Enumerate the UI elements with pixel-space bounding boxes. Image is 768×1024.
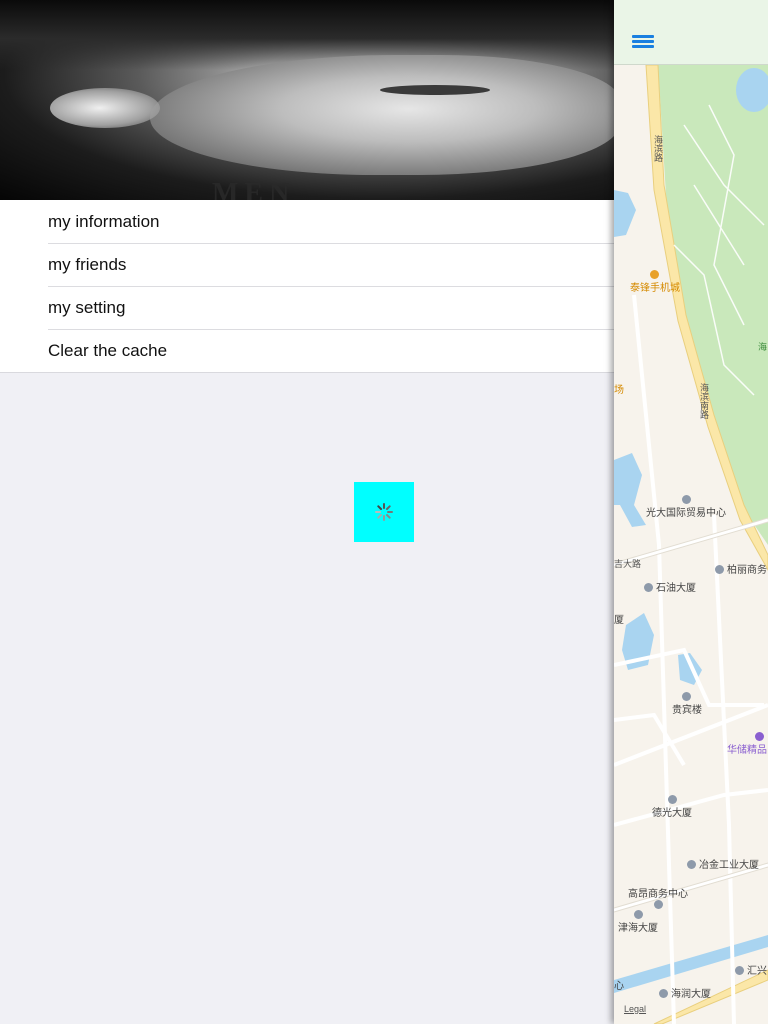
- map-legal-link[interactable]: Legal: [624, 1004, 646, 1014]
- main-map-panel: 海滨路 海滨南路 吉大路 海 泰锋手机城 场 光大国际贸易中心 柏丽商务 石油大…: [614, 0, 768, 1024]
- poi-huachu[interactable]: 华储精品: [727, 732, 767, 756]
- hamburger-menu-icon[interactable]: [632, 32, 654, 50]
- road-label-haibin-south: 海滨南路: [699, 383, 709, 419]
- poi-marker-icon: [715, 565, 724, 574]
- poi-marker-icon: [634, 910, 643, 919]
- poi-label: 德光大厦: [652, 808, 692, 819]
- map-base: [614, 64, 768, 1024]
- poi-label: 高昂商务中心: [628, 889, 688, 900]
- poi-huixing[interactable]: 汇兴: [735, 962, 767, 977]
- poi-taifeng[interactable]: 泰锋手机城: [630, 270, 680, 294]
- map-view[interactable]: 海滨路 海滨南路 吉大路 海 泰锋手机城 场 光大国际贸易中心 柏丽商务 石油大…: [614, 64, 768, 1024]
- profile-header-photo[interactable]: MEN: [0, 0, 614, 200]
- spinner-icon: [375, 503, 393, 521]
- hamburger-line: [632, 40, 654, 43]
- poi-label: 海润大厦: [671, 989, 711, 1000]
- hamburger-line: [632, 35, 654, 38]
- poi-marker-icon: [644, 583, 653, 592]
- poi-label: 冶金工业大厦: [699, 860, 759, 871]
- menu-item-clear-cache[interactable]: Clear the cache: [0, 329, 614, 372]
- poi-marker-icon: [687, 860, 696, 869]
- poi-jinhai[interactable]: 津海大厦: [618, 910, 658, 934]
- poi-label: 柏丽商务: [727, 565, 767, 576]
- poi-label: 贵宾楼: [672, 705, 702, 716]
- hamburger-line: [632, 45, 654, 48]
- navigation-bar: [614, 0, 768, 65]
- photo-face: [150, 55, 614, 175]
- poi-gaoang[interactable]: 高昂商务中心: [628, 885, 688, 909]
- menu-item-my-friends[interactable]: my friends: [0, 243, 614, 286]
- poi-marker-icon: [654, 900, 663, 909]
- loading-indicator: [354, 482, 414, 542]
- poi-chang[interactable]: 场: [614, 381, 624, 396]
- poi-marker-icon: [659, 989, 668, 998]
- poi-sha[interactable]: 厦: [614, 611, 624, 626]
- road-label-hai: 海: [758, 342, 768, 352]
- poi-baili[interactable]: 柏丽商务: [715, 561, 767, 576]
- poi-guibin[interactable]: 贵宾楼: [672, 692, 702, 716]
- poi-label: 光大国际贸易中心: [646, 508, 726, 519]
- photo-ear: [50, 88, 160, 128]
- poi-label: 泰锋手机城: [630, 283, 680, 294]
- poi-yejin[interactable]: 冶金工业大厦: [687, 856, 759, 871]
- poi-marker-icon: [682, 495, 691, 504]
- poi-label: 石油大厦: [656, 583, 696, 594]
- menu-item-my-setting[interactable]: my setting: [0, 286, 614, 329]
- poi-marker-icon: [735, 966, 744, 975]
- menu-list: my information my friends my setting Cle…: [0, 200, 614, 373]
- side-menu: MEN my information my friends my setting…: [0, 0, 614, 1024]
- poi-label: 津海大厦: [618, 923, 658, 934]
- road-label-haibin: 海滨路: [653, 135, 663, 162]
- photo-magazine-logo: MEN: [212, 178, 296, 200]
- poi-marker-icon: [668, 795, 677, 804]
- poi-xin[interactable]: 心: [614, 977, 624, 992]
- poi-label: 汇兴: [747, 966, 767, 977]
- poi-label: 华储精品: [727, 745, 767, 756]
- menu-item-my-information[interactable]: my information: [0, 200, 614, 243]
- poi-hairun[interactable]: 海润大厦: [659, 985, 711, 1000]
- photo-eye: [380, 85, 490, 95]
- poi-shiyou[interactable]: 石油大厦: [644, 579, 696, 594]
- poi-deguang[interactable]: 德光大厦: [652, 795, 692, 819]
- poi-marker-icon: [650, 270, 659, 279]
- poi-marker-icon: [682, 692, 691, 701]
- poi-marker-icon: [755, 732, 764, 741]
- poi-guangda[interactable]: 光大国际贸易中心: [646, 495, 726, 519]
- road-label-jida: 吉大路: [614, 559, 642, 569]
